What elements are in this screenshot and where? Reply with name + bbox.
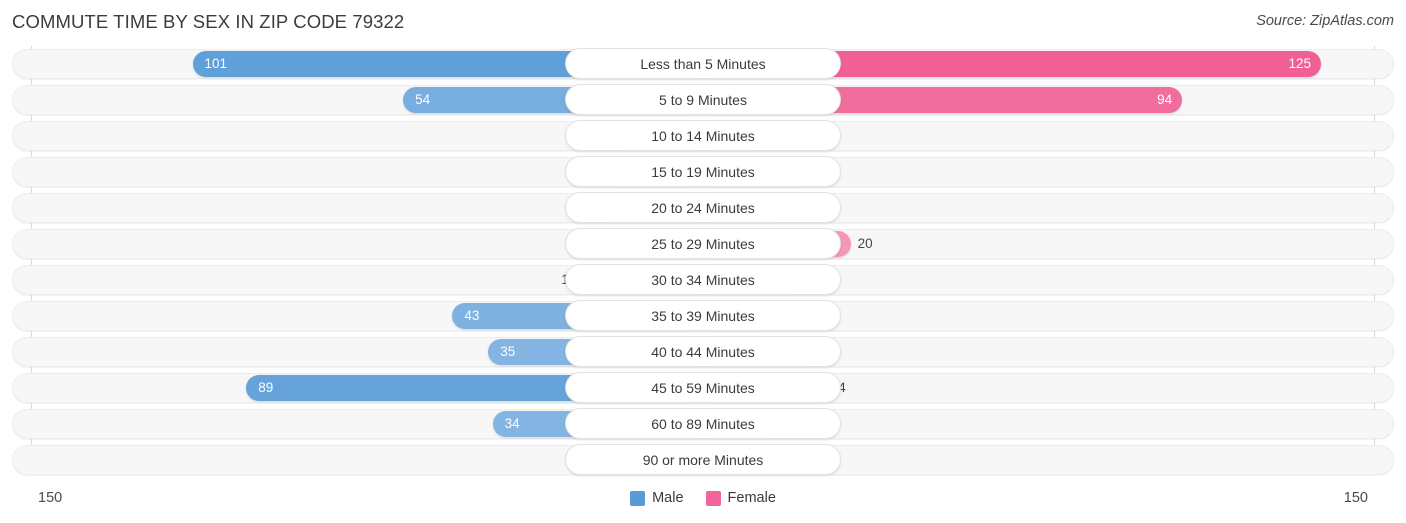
bar-value-male: 34 [504,416,520,431]
row-bars: 91215 to 19 Minutes [0,154,1406,190]
bar-value-male: 101 [204,56,228,71]
bar-row: 7010 to 14 Minutes [0,118,1406,154]
bar-value-male: 54 [415,92,431,107]
category-label-pill: 10 to 14 Minutes [565,120,841,151]
row-bars: 351340 to 44 Minutes [0,334,1406,370]
chart-plot-area: 101 125 Less than 5 Minutes 54 94 5 to 9 Minu… [0,46,1406,486]
row-bars: 7010 to 14 Minutes [0,118,1406,154]
bar-value-female: 94 [1157,92,1173,107]
bar-rows-container: 101 125 Less than 5 Minutes 54 94 5 to 9 Minu… [0,46,1406,478]
bar-row: 14830 to 34 Minutes [0,262,1406,298]
category-label-pill: 45 to 59 Minutes [565,372,841,403]
category-label-pill: 35 to 39 Minutes [565,300,841,331]
legend-item-male[interactable]: Male [630,490,684,506]
row-bars: 11520 to 24 Minutes [0,190,1406,226]
chart-footer: 150 150 Male Female [0,486,1406,523]
bar-row: 91215 to 19 Minutes [0,154,1406,190]
bar-row: 9090 or more Minutes [0,442,1406,478]
bar-value-female: 20 [857,236,873,251]
row-bars: 14830 to 34 Minutes [0,262,1406,298]
bar-row: 34360 to 89 Minutes [0,406,1406,442]
row-bars: 54 94 5 to 9 Minutes [0,82,1406,118]
legend-swatch-female-icon [705,490,721,506]
category-label-pill: 60 to 89 Minutes [565,408,841,439]
bar-row: 891445 to 59 Minutes [0,370,1406,406]
bar-row: 11520 to 24 Minutes [0,190,1406,226]
row-bars: 9090 or more Minutes [0,442,1406,478]
chart-header: COMMUTE TIME BY SEX IN ZIP CODE 79322 So… [0,0,1406,46]
page-title: COMMUTE TIME BY SEX IN ZIP CODE 79322 [12,11,405,32]
bar-value-male: 35 [500,344,516,359]
category-label-pill: 15 to 19 Minutes [565,156,841,187]
row-bars: 101 125 Less than 5 Minutes [0,46,1406,82]
legend-item-female[interactable]: Female [705,490,776,506]
bar-row: 12025 to 29 Minutes [0,226,1406,262]
bar-value-male: 43 [464,308,480,323]
category-label-pill: Less than 5 Minutes [565,48,841,79]
bar-row: 351340 to 44 Minutes [0,334,1406,370]
row-bars: 43335 to 39 Minutes [0,298,1406,334]
bar-row: 101 125 Less than 5 Minutes [0,46,1406,82]
legend-label-male: Male [652,490,684,506]
row-bars: 12025 to 29 Minutes [0,226,1406,262]
category-label-pill: 25 to 29 Minutes [565,228,841,259]
bar-value-male: 89 [258,380,274,395]
row-bars: 34360 to 89 Minutes [0,406,1406,442]
source-attribution: Source: ZipAtlas.com [1256,13,1394,29]
row-bars: 891445 to 59 Minutes [0,370,1406,406]
category-label-pill: 5 to 9 Minutes [565,84,841,115]
category-label-pill: 40 to 44 Minutes [565,336,841,367]
bar-value-female: 125 [1288,56,1311,71]
legend-label-female: Female [727,490,776,506]
bar-row: 43335 to 39 Minutes [0,298,1406,334]
chart-legend: Male Female [0,490,1406,506]
legend-swatch-male-icon [630,490,646,506]
category-label-pill: 90 or more Minutes [565,444,841,475]
bar-row: 54 94 5 to 9 Minutes [0,82,1406,118]
category-label-pill: 30 to 34 Minutes [565,264,841,295]
category-label-pill: 20 to 24 Minutes [565,192,841,223]
